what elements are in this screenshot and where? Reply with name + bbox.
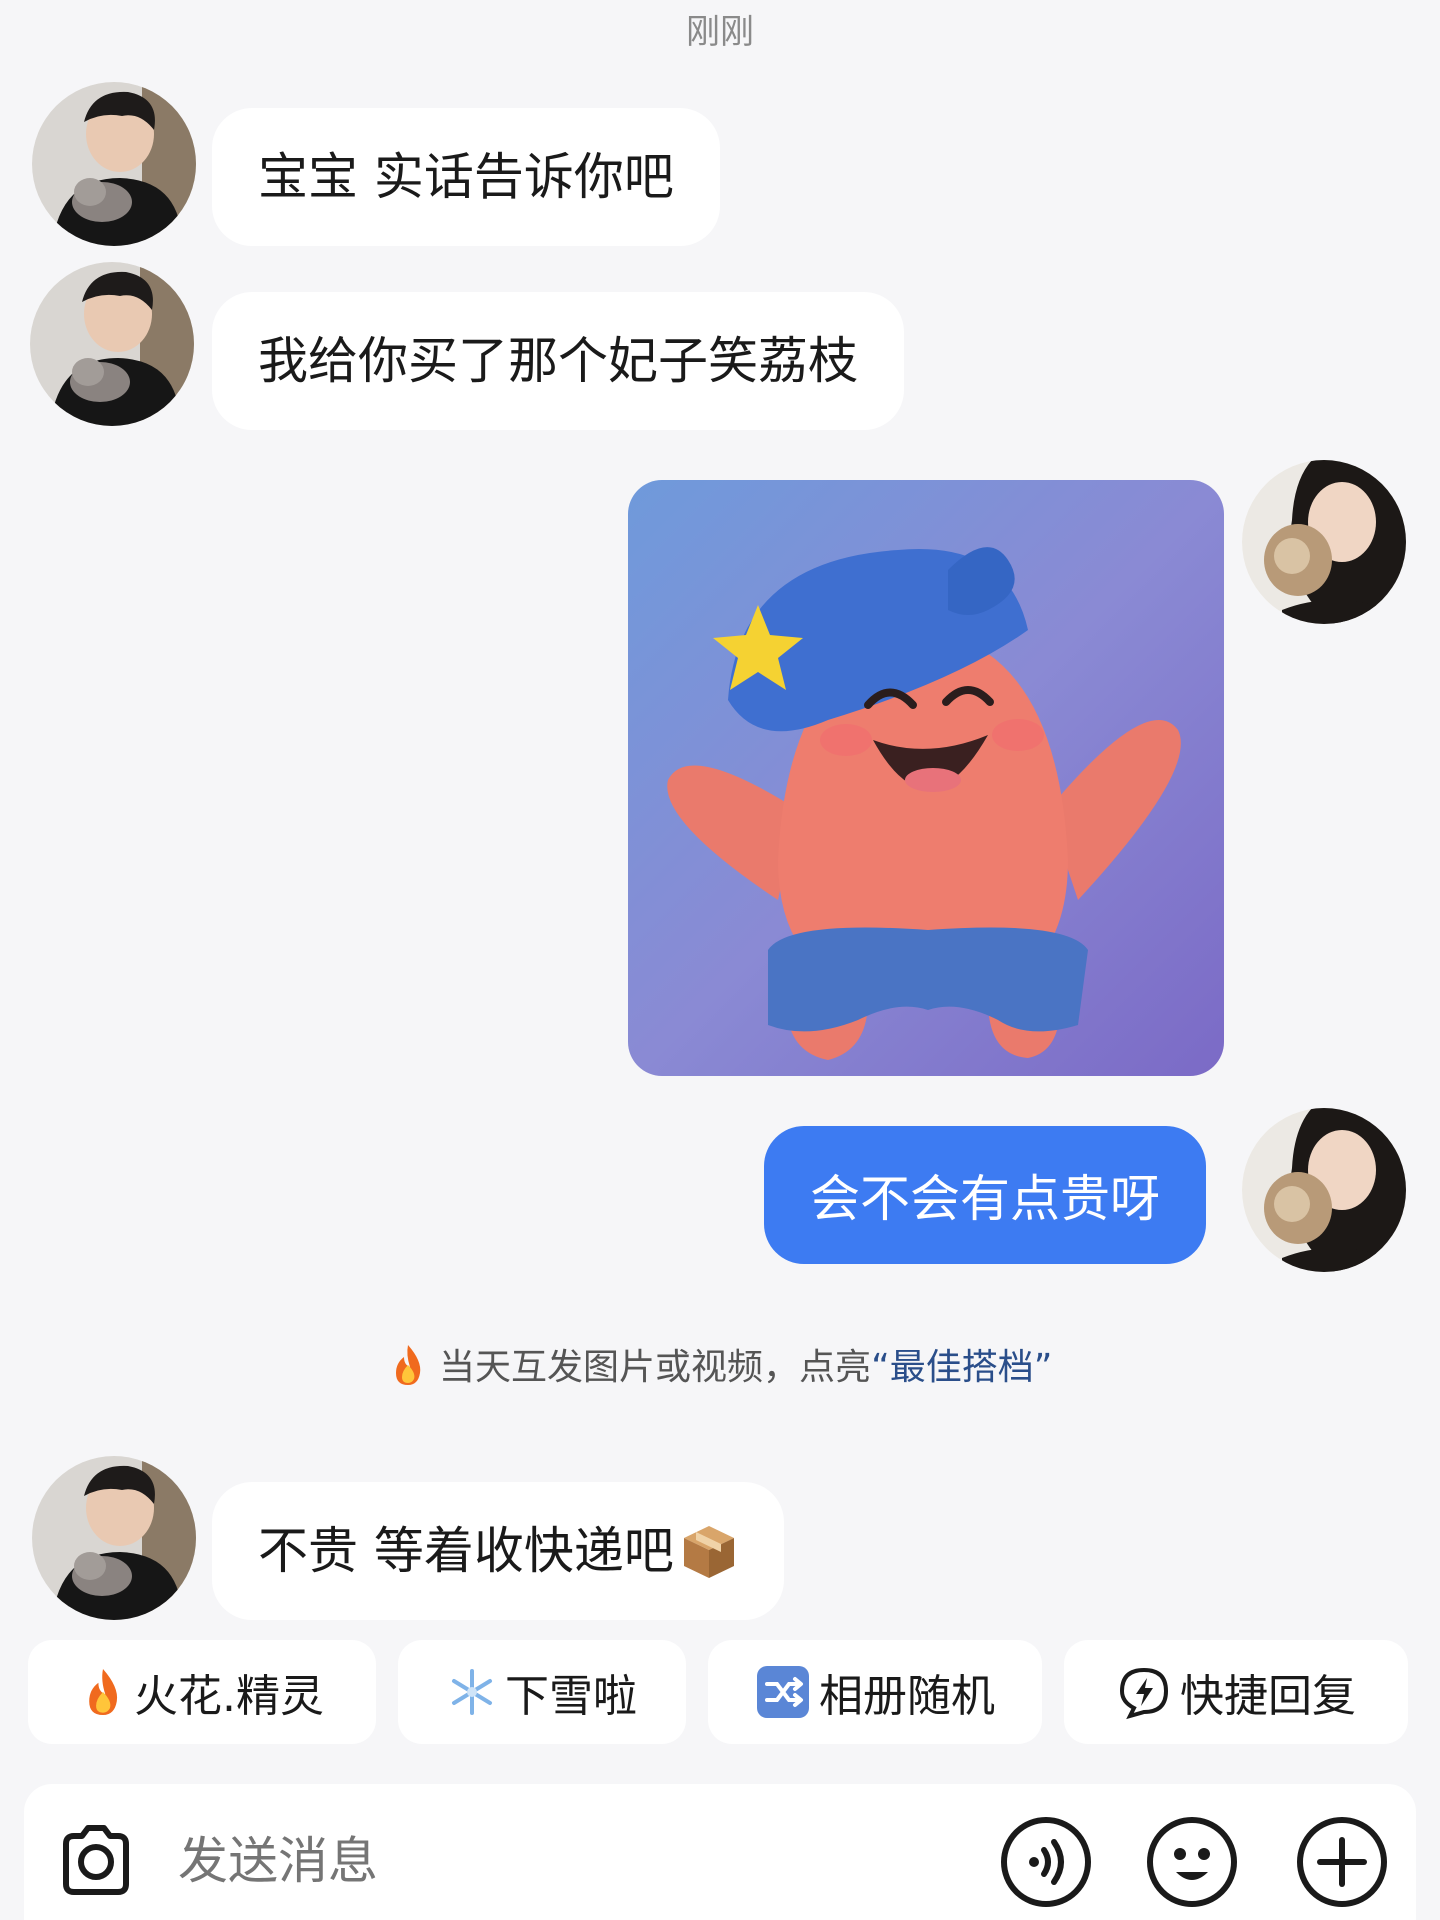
chip-quick-reply[interactable]: 快捷回复 [1064,1640,1408,1744]
sticker-image[interactable] [628,480,1224,1076]
outgoing-message-bubble[interactable]: 会不会有点贵呀 [764,1126,1206,1264]
package-icon [680,1522,738,1580]
emoji-icon [1144,1814,1240,1910]
voice-icon [998,1814,1094,1910]
plus-button[interactable] [1294,1814,1390,1910]
snowflake-icon [447,1667,497,1717]
lightning-chat-icon [1116,1664,1172,1720]
plus-icon [1294,1814,1390,1910]
chip-spark-sprite[interactable]: 火花.精灵 [28,1640,376,1744]
incoming-message-bubble[interactable]: 我给你买了那个妃子笑荔枝 [212,292,904,430]
fire-icon [388,1345,439,1388]
chip-album-random[interactable]: 相册随机 [708,1640,1042,1744]
shuffle-icon [755,1664,811,1720]
camera-button[interactable] [50,1814,142,1910]
contact-avatar[interactable] [32,82,196,246]
notice-quote-close: ” [1033,1347,1053,1388]
notice-quote-open: “ [871,1347,890,1388]
message-timestamp: 刚刚 [686,12,754,52]
emoji-button[interactable] [1144,1814,1240,1910]
chip-label: 快捷回复 [1180,1671,1356,1722]
streak-notice: 当天互发图片或视频，点亮“最佳搭档” [0,1338,1440,1390]
chip-snowing[interactable]: 下雪啦 [398,1640,686,1744]
best-partner-link[interactable]: 最佳搭档 [890,1347,1034,1388]
contact-avatar[interactable] [30,262,194,426]
my-avatar[interactable] [1242,460,1406,624]
fire-icon [80,1666,126,1718]
chip-label: 下雪啦 [505,1671,637,1722]
message-input[interactable] [176,1820,980,1902]
incoming-message-bubble[interactable]: 不贵 等着收快递吧 [212,1482,784,1620]
camera-icon [50,1825,142,1910]
notice-text: 当天互发图片或视频，点亮 [439,1347,872,1388]
contact-avatar[interactable] [32,1456,196,1620]
chip-label: 火花.精灵 [134,1671,324,1722]
voice-button[interactable] [998,1814,1094,1910]
my-avatar[interactable] [1242,1108,1406,1272]
chip-label: 相册随机 [819,1671,995,1722]
message-text: 不贵 等着收快递吧 [258,1522,674,1580]
incoming-message-bubble[interactable]: 宝宝 实话告诉你吧 [212,108,720,246]
